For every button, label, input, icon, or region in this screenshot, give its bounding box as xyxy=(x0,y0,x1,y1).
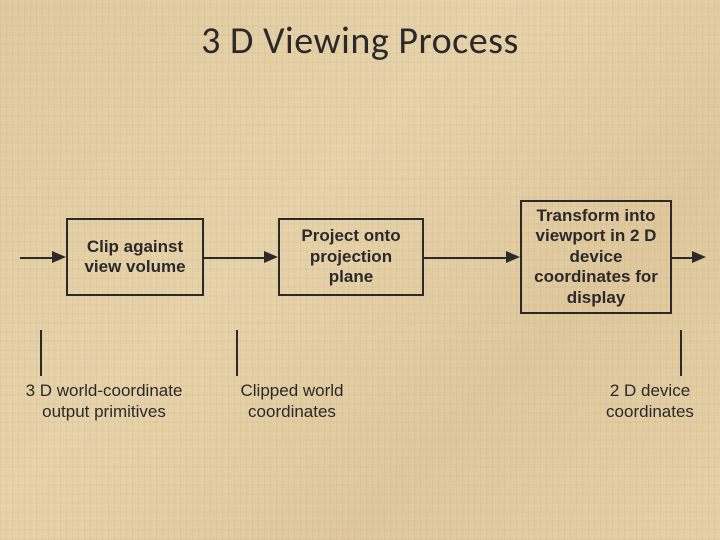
box-clip: Clip against view volume xyxy=(66,218,204,296)
tick-3 xyxy=(680,330,682,376)
label-clipped-world: Clipped world coordinates xyxy=(222,380,362,423)
arrow-in-1 xyxy=(20,257,52,259)
arrow-head-1 xyxy=(52,251,66,263)
arrow-head-4 xyxy=(692,251,706,263)
arrow-head-3 xyxy=(506,251,520,263)
arrow-head-2 xyxy=(264,251,278,263)
tick-2 xyxy=(236,330,238,376)
slide-title: 3 D Viewing Process xyxy=(0,18,720,64)
box-project: Project onto projection plane xyxy=(278,218,424,296)
label-world-primitives: 3 D world-coordinate output primitives xyxy=(4,380,204,423)
tick-1 xyxy=(40,330,42,376)
label-device-coords: 2 D device coordinates xyxy=(586,380,714,423)
arrow-out-3 xyxy=(672,257,692,259)
arrow-1-2 xyxy=(204,257,264,259)
arrow-2-3 xyxy=(424,257,506,259)
box-transform: Transform into viewport in 2 D device co… xyxy=(520,200,672,314)
